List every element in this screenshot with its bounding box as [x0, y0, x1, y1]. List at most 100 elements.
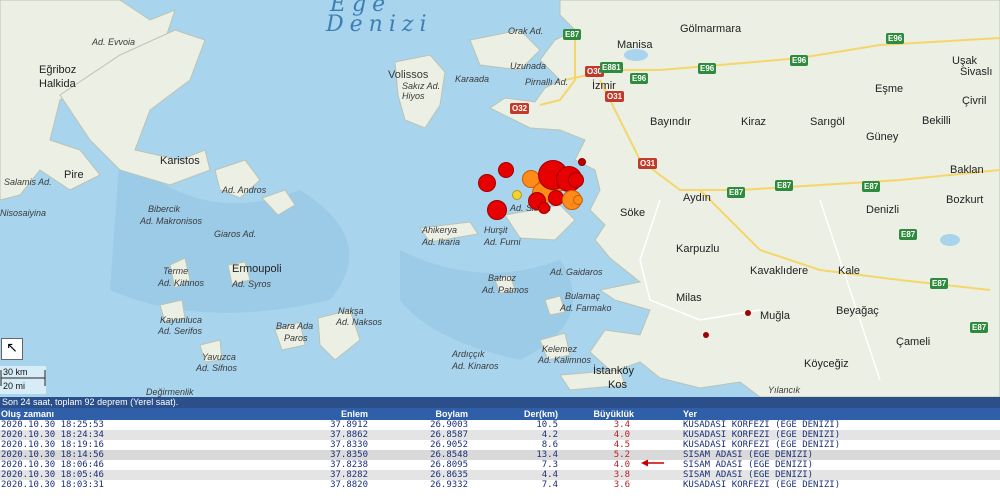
city-bozkurt: Bozkurt [946, 194, 984, 206]
map-base [0, 0, 1000, 397]
city-kale: Kale [838, 265, 861, 277]
earthquake-marker[interactable] [498, 162, 514, 178]
road-shield: E96 [790, 55, 809, 66]
table-row[interactable]: 2020.10.30 18:06:46 37.8238 26.8095 7.3 4.0 S… [0, 460, 1000, 470]
header-place[interactable]: Yer [683, 409, 697, 419]
island-sakiz: Sakız Ad. [402, 81, 441, 91]
cell-time: 2020.10.30 18:14:56 [1, 450, 104, 460]
cell-place: SISAM ADASI (EGE DENIZI) [683, 460, 814, 470]
island-degirmenlik: Değirmenlik [146, 387, 194, 397]
earthquake-marker[interactable] [478, 174, 496, 192]
island-naksa: Nakşa [338, 306, 364, 316]
earthquake-marker[interactable] [573, 195, 583, 205]
cell-depth: 10.5 [536, 420, 558, 430]
island-terme: Terme [163, 266, 189, 276]
city-beyagac: Beyağaç [836, 305, 879, 317]
cell-magnitude: 4.0 [613, 460, 630, 470]
cell-magnitude: 5.2 [613, 450, 630, 460]
header-time[interactable]: Oluş zamanı [1, 409, 54, 419]
city-sivasli: Sivaslı [960, 66, 993, 78]
island-hiyos: Hiyos [402, 91, 425, 101]
sea-name-bottom: Denizi [326, 12, 433, 37]
table-row[interactable]: 2020.10.30 18:03:31 37.8820 26.9332 7.4 3.6 K… [0, 480, 1000, 490]
cell-place: KUSADASI KORFEZI (EGE DENIZI) [683, 430, 841, 440]
earthquake-marker[interactable] [745, 310, 751, 316]
table-row[interactable]: 2020.10.30 18:05:46 37.8282 26.8635 4.4 3.8 S… [0, 470, 1000, 480]
cell-lat: 37.8330 [330, 440, 368, 450]
cell-lat: 37.8820 [330, 480, 368, 490]
city-egriboz: Eğriboz [39, 64, 77, 76]
earthquake-marker[interactable] [538, 202, 550, 214]
cell-time: 2020.10.30 18:05:46 [1, 470, 104, 480]
cell-lon: 26.9052 [430, 440, 468, 450]
road-shield: E87 [899, 229, 918, 240]
cell-lat: 37.8282 [330, 470, 368, 480]
city-bekilli: Bekilli [922, 115, 951, 127]
road-shield: E87 [970, 322, 989, 333]
road-shield: E96 [630, 73, 649, 84]
island-farmako: Ad. Farmako [560, 303, 612, 313]
earthquake-marker[interactable] [512, 190, 522, 200]
city-baklan: Baklan [950, 164, 984, 176]
road-shield: E96 [886, 33, 905, 44]
header-lon[interactable]: Boylam [400, 409, 468, 419]
road-shield: E87 [862, 181, 881, 192]
header-magnitude[interactable]: Büyüklük [590, 409, 634, 419]
cell-magnitude: 3.6 [613, 480, 630, 490]
header-lat[interactable]: Enlem [306, 409, 368, 419]
city-bayindir: Bayındır [650, 116, 691, 128]
table-row[interactable]: 2020.10.30 18:24:34 37.8862 26.8587 4.2 4.0 K… [0, 430, 1000, 440]
cell-depth: 8.6 [541, 440, 558, 450]
city-civril: Çivril [962, 95, 987, 107]
header-depth[interactable]: Der(km) [480, 409, 558, 419]
island-bibercik: Bibercik [148, 204, 181, 214]
city-kiraz: Kiraz [741, 116, 767, 128]
cell-place: KUSADASI KORFEZI (EGE DENIZI) [683, 480, 841, 490]
cell-magnitude: 4.5 [613, 440, 630, 450]
road-shield: E87 [563, 29, 582, 40]
expand-map-button[interactable]: ↖ [1, 338, 23, 360]
summary-bar: Son 24 saat, toplam 92 deprem (Yerel saa… [0, 397, 1000, 408]
island-kayunluca: Kayunluca [160, 315, 203, 325]
island-sifnos: Ad. Sifnos [196, 363, 238, 373]
earthquake-marker[interactable] [578, 158, 586, 166]
island-kinaros: Ad. Kinaros [452, 361, 499, 371]
cell-time: 2020.10.30 18:03:31 [1, 480, 104, 490]
cell-depth: 4.4 [541, 470, 558, 480]
city-golmarmara: Gölmarmara [680, 23, 742, 35]
map-view[interactable]: Ege Denizi Manisa Gölmarmara Uşak İzmir … [0, 0, 1000, 397]
cell-time: 2020.10.30 18:19:16 [1, 440, 104, 450]
island-gaidaros: Ad. Gaidaros [550, 267, 603, 277]
island-bulamac: Bulamaç [565, 291, 601, 301]
table-row[interactable]: 2020.10.30 18:14:56 37.8350 26.8548 13.4 5.2… [0, 450, 1000, 460]
city-ermoupoli: Ermoupoli [232, 263, 282, 275]
island-batnoz: Batnoz [488, 273, 517, 283]
island-yavuzca: Yavuzca [202, 352, 236, 362]
island-makronisos: Ad. Makronisos [140, 216, 203, 226]
table-row[interactable]: 2020.10.30 18:25:53 37.8912 26.9003 10.5 3.4… [0, 420, 1000, 430]
island-salamis: Salamis Ad. [4, 177, 52, 187]
table-row[interactable]: 2020.10.30 18:19:16 37.8330 26.9052 8.6 4.5 K… [0, 440, 1000, 450]
cell-lon: 26.8635 [430, 470, 468, 480]
island-karaada: Karaada [455, 74, 490, 84]
arrow-diagonal-icon: ↖ [6, 340, 18, 356]
scale-mi-label: 20 mi [3, 381, 26, 391]
island-volissos: Volissos [388, 69, 429, 81]
cell-depth: 4.2 [541, 430, 558, 440]
cell-lat: 37.8862 [330, 430, 368, 440]
island-paros: Paros [284, 333, 308, 343]
earthquake-marker[interactable] [487, 200, 507, 220]
table-body: 2020.10.30 18:25:53 37.8912 26.9003 10.5 3.4… [0, 420, 1000, 490]
island-ardiccik: Ardıççık [452, 349, 485, 359]
island-serifos: Ad. Serifos [158, 326, 203, 336]
city-halkida: Halkida [39, 78, 76, 90]
island-ikaria: Ad. Ikaria [422, 237, 461, 247]
island-orak: Orak Ad. [508, 26, 544, 36]
city-pire: Pire [64, 169, 84, 181]
earthquake-marker[interactable] [568, 172, 584, 188]
island-andros: Ad. Andros [222, 185, 267, 195]
earthquake-marker[interactable] [703, 332, 709, 338]
cell-depth: 7.4 [541, 480, 558, 490]
cell-time: 2020.10.30 18:25:53 [1, 420, 104, 430]
cell-place: KUSADASI KORFEZI (EGE DENIZI) [683, 440, 841, 450]
